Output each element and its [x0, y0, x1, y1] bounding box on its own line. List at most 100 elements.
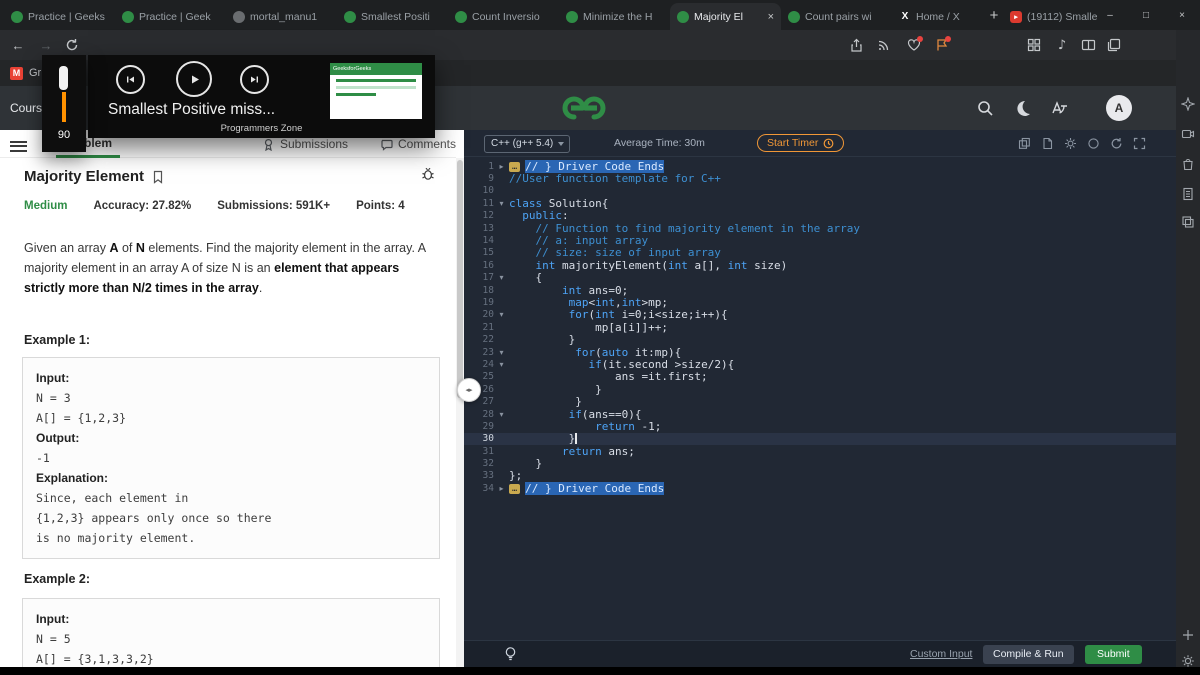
example-field-label: Input: — [36, 371, 70, 385]
fold-marker-icon[interactable]: ▸ — [494, 484, 509, 493]
compile-run-button[interactable]: Compile & Run — [983, 645, 1074, 664]
next-button[interactable] — [240, 65, 269, 94]
window-minimize-button[interactable]: – — [1092, 0, 1128, 30]
share-icon[interactable] — [848, 37, 864, 53]
new-tab-button[interactable]: + — [982, 3, 1006, 27]
code-line[interactable]: 27 } — [464, 395, 1176, 408]
browser-tab[interactable]: Count Inversio — [448, 3, 559, 30]
code-line[interactable]: 14 // a: input array — [464, 234, 1176, 247]
browser-tab[interactable]: Smallest Positi — [337, 3, 448, 30]
code-line[interactable]: 11 ▾ class Solution{ — [464, 197, 1176, 210]
window-close-button[interactable]: × — [1164, 0, 1200, 30]
language-select[interactable]: C++ (g++ 5.4) — [484, 135, 571, 153]
file-icon[interactable] — [1041, 137, 1054, 150]
code-line[interactable]: 9 //User function template for C++ — [464, 172, 1176, 185]
fold-marker-icon[interactable]: ▾ — [494, 199, 509, 208]
search-icon[interactable] — [976, 99, 994, 117]
dark-mode-icon[interactable] — [1014, 99, 1032, 117]
volume-slider-thumb[interactable] — [59, 66, 68, 90]
translate-icon[interactable] — [1050, 99, 1068, 117]
play-button[interactable] — [176, 61, 212, 97]
record-icon[interactable] — [1087, 137, 1100, 150]
avatar[interactable]: A — [1106, 95, 1132, 121]
code-line[interactable]: 29 return -1; — [464, 420, 1176, 433]
extensions-icon[interactable] — [1026, 37, 1042, 53]
code-line[interactable]: 10 — [464, 185, 1176, 197]
code-line[interactable]: 28 ▾ if(ans==0){ — [464, 408, 1176, 421]
settings-icon[interactable] — [1181, 654, 1195, 668]
hint-bulb-icon[interactable] — [503, 646, 518, 667]
fold-badge-icon[interactable]: … — [509, 483, 521, 494]
code-line[interactable]: 33}; — [464, 469, 1176, 482]
code-line[interactable]: 21 mp[a[i]]++; — [464, 321, 1176, 334]
browser-tab[interactable]: Minimize the H — [559, 3, 670, 30]
code-line[interactable]: 22 } — [464, 333, 1176, 346]
code-line[interactable]: 19 map<int,int>mp; — [464, 296, 1176, 309]
gear-icon[interactable] — [1064, 137, 1077, 150]
previous-button[interactable] — [116, 65, 145, 94]
window-maximize-button[interactable]: □ — [1128, 0, 1164, 30]
bookmark-icon[interactable] — [152, 170, 164, 184]
browser-tab[interactable]: mortal_manu1 — [226, 3, 337, 30]
split-screen-icon[interactable] — [1080, 37, 1096, 53]
description-segment: A — [109, 241, 119, 255]
gfg-logo[interactable] — [560, 94, 608, 127]
code-line[interactable]: 32 } — [464, 457, 1176, 470]
tab-close-icon[interactable]: × — [768, 11, 774, 23]
start-timer-button[interactable]: Start Timer — [757, 134, 845, 152]
scrollbar-thumb[interactable] — [457, 160, 463, 398]
line-number: 12 — [482, 210, 494, 222]
copy-icon[interactable] — [1018, 137, 1031, 150]
submit-button[interactable]: Submit — [1085, 645, 1142, 664]
volume-slider-track[interactable] — [62, 92, 66, 122]
fold-marker-icon[interactable]: ▾ — [494, 410, 509, 419]
code-line[interactable]: 23 ▾ for(auto it:mp){ — [464, 346, 1176, 359]
shopping-icon[interactable] — [1181, 157, 1195, 171]
copilot-icon[interactable] — [1180, 96, 1196, 112]
browser-tab[interactable]: Practice | Geeks — [4, 3, 115, 30]
code-line[interactable]: 1 ▸… // } Driver Code Ends — [464, 159, 1176, 173]
code-line[interactable]: 15 // size: size of input array — [464, 246, 1176, 259]
code-line[interactable]: 24 ▾ if(it.second >size/2){ — [464, 358, 1176, 371]
fold-marker-icon[interactable]: ▾ — [494, 310, 509, 319]
report-bug-icon[interactable] — [420, 166, 436, 187]
add-icon[interactable] — [1181, 628, 1195, 642]
hamburger-menu-icon[interactable] — [10, 138, 27, 154]
bookmark-item[interactable]: Gr — [29, 67, 41, 79]
fold-badge-icon[interactable]: … — [509, 161, 521, 172]
rss-icon[interactable] — [876, 37, 892, 53]
docs-icon[interactable] — [1181, 187, 1195, 201]
reset-code-icon[interactable] — [1110, 137, 1123, 150]
browser-tab[interactable]: Practice | Geek — [115, 3, 226, 30]
code-line[interactable]: 25 ans =it.first; — [464, 370, 1176, 383]
back-icon[interactable]: ← — [6, 30, 30, 60]
browser-tab[interactable]: Count pairs wi — [781, 3, 892, 30]
custom-input-link[interactable]: Custom Input — [910, 648, 972, 660]
collections-icon[interactable] — [1106, 37, 1122, 53]
code-line[interactable]: 34 ▸… // } Driver Code Ends — [464, 481, 1176, 495]
media-control-icon[interactable]: ♪ — [1054, 37, 1070, 53]
fold-marker-icon[interactable]: ▾ — [494, 360, 509, 369]
fold-marker-icon[interactable]: ▾ — [494, 273, 509, 282]
browser-tab[interactable]: Majority El × — [670, 3, 781, 30]
video-thumbnail[interactable]: GeeksforGeeks — [330, 63, 422, 119]
mini-player[interactable]: GeeksforGeeks Smallest Positive miss... … — [88, 55, 435, 138]
code-line[interactable]: 31 return ans; — [464, 445, 1176, 458]
layers-icon[interactable] — [1181, 215, 1195, 229]
alert-icon[interactable] — [934, 36, 951, 53]
code-line[interactable]: 30 } — [464, 432, 1176, 445]
code-area[interactable]: 1 ▸…// } Driver Code Ends 9//User function… — [464, 159, 1176, 495]
code-line[interactable]: 17 ▾ { — [464, 271, 1176, 284]
code-line[interactable]: 16 int majorityElement(int a[], int size… — [464, 259, 1176, 272]
panel-resize-handle[interactable]: ◂▸ — [457, 378, 481, 402]
code-line[interactable]: 12 public: — [464, 209, 1176, 222]
browser-essentials-icon[interactable] — [906, 36, 923, 53]
camera-icon[interactable] — [1181, 127, 1195, 141]
fullscreen-icon[interactable] — [1133, 137, 1146, 150]
code-line[interactable]: 18 int ans=0; — [464, 284, 1176, 297]
code-line[interactable]: 26 } — [464, 383, 1176, 396]
fold-marker-icon[interactable]: ▸ — [494, 162, 509, 171]
fold-marker-icon[interactable]: ▾ — [494, 348, 509, 357]
code-line[interactable]: 13 // Function to find majority element … — [464, 222, 1176, 235]
code-line[interactable]: 20 ▾ for(int i=0;i<size;i++){ — [464, 308, 1176, 321]
